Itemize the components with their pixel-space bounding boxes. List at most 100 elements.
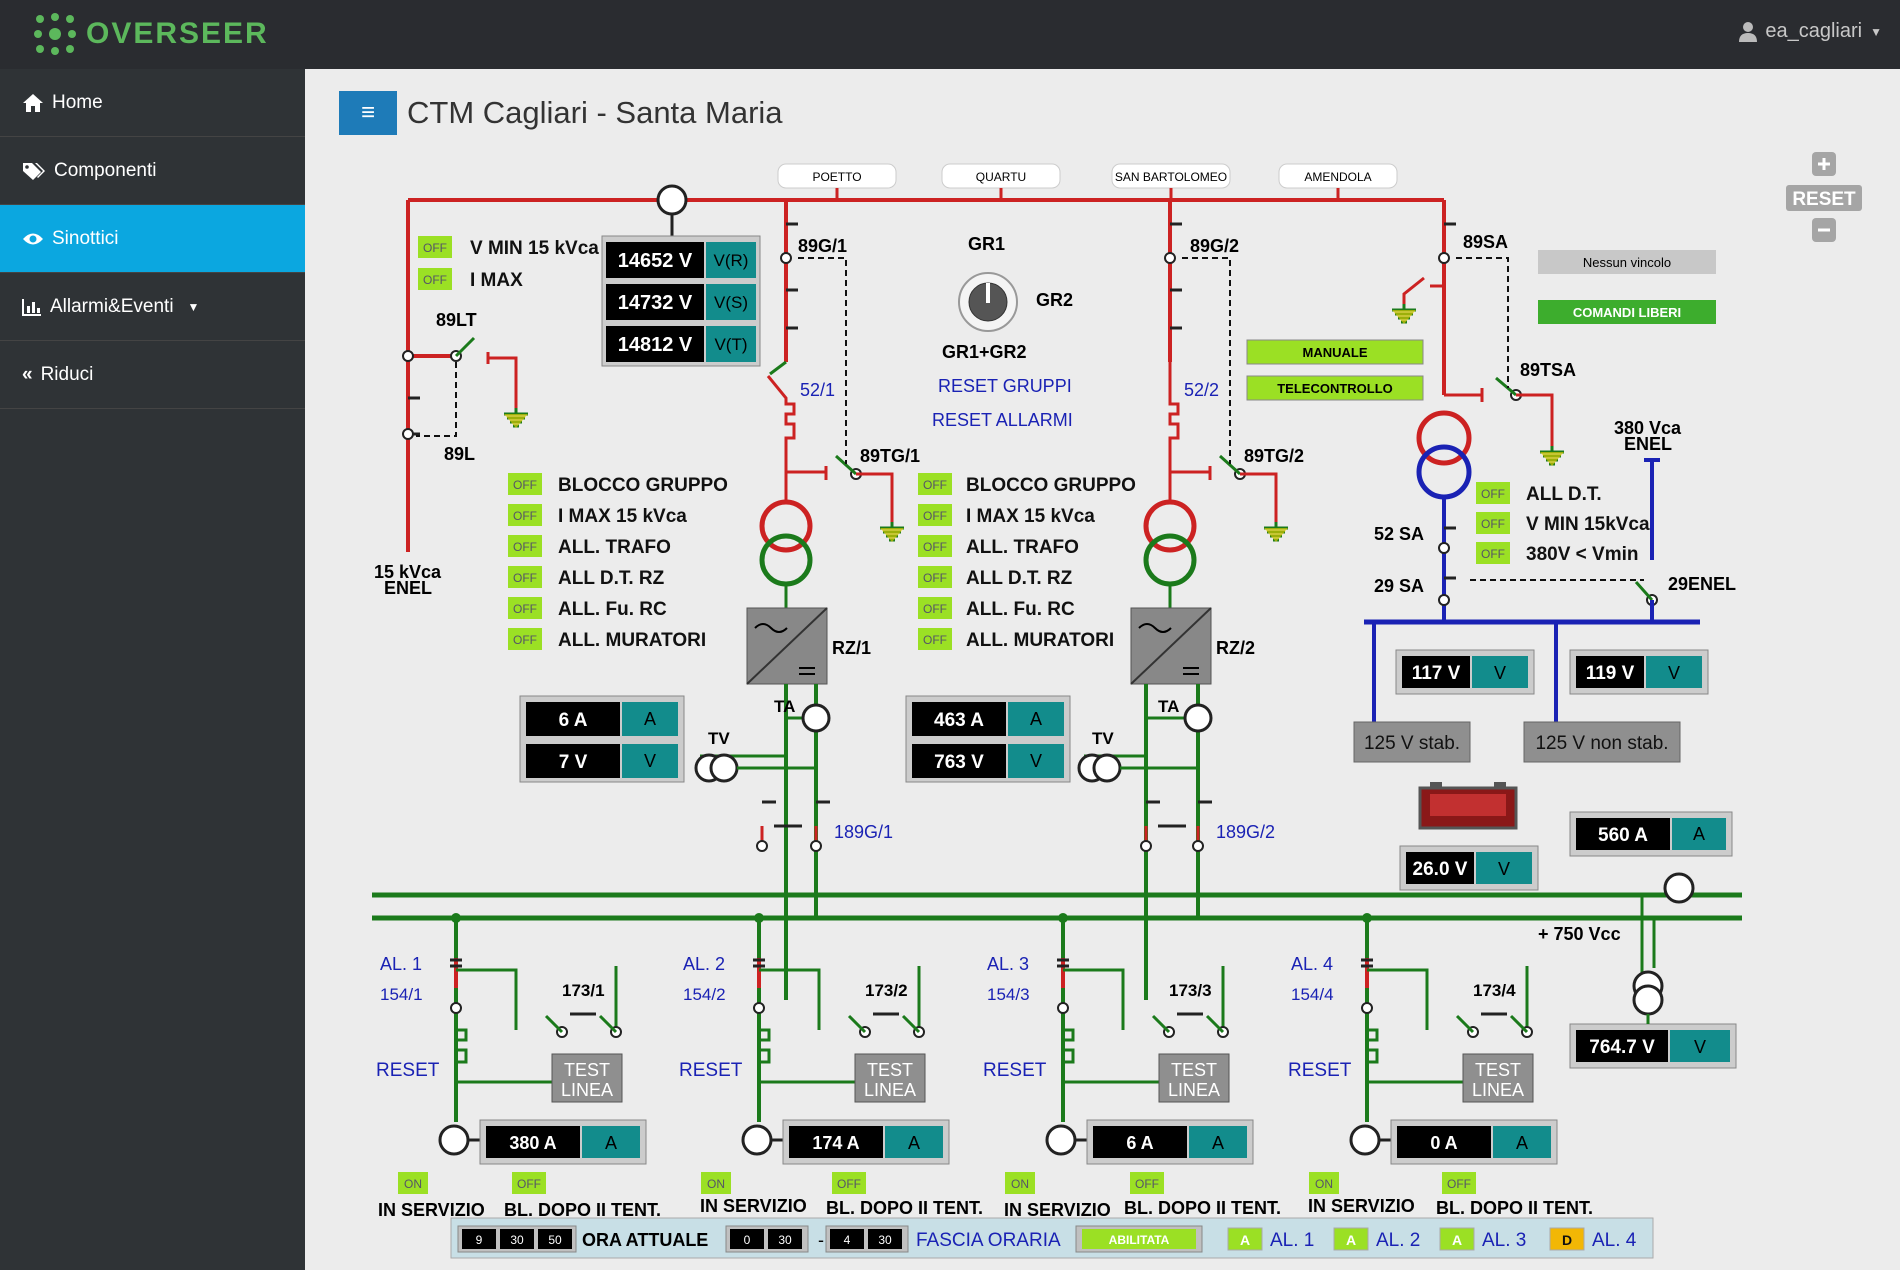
sidebar-item-label: Riduci bbox=[40, 363, 94, 385]
sidebar-item-label: Componenti bbox=[54, 159, 157, 181]
line-1-bl: BL. DOPO II TENT. bbox=[504, 1200, 661, 1220]
svg-text:OFF: OFF bbox=[923, 509, 947, 523]
meter-119v: 119 V V bbox=[1569, 649, 1709, 695]
line-3-disc: 173/3 bbox=[1169, 981, 1212, 1000]
svg-text:V MIN 15kVca: V MIN 15kVca bbox=[1526, 514, 1650, 535]
svg-text:V: V bbox=[1494, 663, 1506, 683]
label-gr1: GR1 bbox=[968, 234, 1005, 254]
manuale-button[interactable]: MANUALE bbox=[1246, 339, 1424, 365]
label-tv-1: TV bbox=[708, 729, 730, 748]
zoom-reset-button[interactable]: RESET bbox=[1786, 185, 1862, 211]
line-3-reset-button[interactable]: RESET bbox=[983, 1060, 1047, 1081]
sidebar-item-componenti[interactable]: Componenti bbox=[0, 137, 305, 205]
label-ta-1: TA bbox=[774, 697, 795, 716]
svg-text:ALL D.T. RZ: ALL D.T. RZ bbox=[558, 568, 665, 589]
label-189g2: 189G/2 bbox=[1216, 822, 1275, 842]
svg-text:A: A bbox=[1240, 1232, 1250, 1248]
svg-text:560 A: 560 A bbox=[1598, 825, 1648, 846]
abilitata-button[interactable]: ABILITATA bbox=[1075, 1225, 1203, 1253]
fascia-to-m: 30 bbox=[878, 1233, 892, 1247]
svg-text:764.7 V: 764.7 V bbox=[1589, 1037, 1655, 1058]
telecontrollo-button[interactable]: TELECONTROLLO bbox=[1246, 375, 1424, 401]
hamburger-menu-button[interactable]: ≡ bbox=[339, 91, 397, 135]
line-1-reset-button[interactable]: RESET bbox=[376, 1060, 440, 1081]
line-2-test-linea-button[interactable]: TEST LINEA bbox=[854, 1053, 926, 1103]
svg-text:OFF: OFF bbox=[923, 602, 947, 616]
sidebar-item-label: Allarmi&Eventi bbox=[50, 295, 174, 317]
line-3-al: AL. 3 bbox=[987, 954, 1029, 974]
fascia-from-h: 0 bbox=[744, 1233, 751, 1247]
group-2-alarms: OFF BLOCCO GRUPPO OFF I MAX 15 kVca OFF … bbox=[918, 473, 1136, 651]
line-3-in-servizio: IN SERVIZIO bbox=[1004, 1200, 1111, 1220]
meter-unit: V(T) bbox=[714, 335, 747, 354]
svg-text:I MAX 15 kVca: I MAX 15 kVca bbox=[966, 506, 1095, 527]
svg-text:380 A: 380 A bbox=[509, 1133, 556, 1153]
svg-text:MANUALE: MANUALE bbox=[1303, 345, 1368, 360]
svg-text:119 V: 119 V bbox=[1586, 663, 1635, 684]
line-4-on-badge: ON bbox=[1309, 1172, 1339, 1194]
caret-down-icon: ▼ bbox=[187, 299, 200, 314]
app-name: OVERSEER bbox=[86, 17, 269, 50]
user-menu[interactable]: ea_cagliari ▼ bbox=[1739, 20, 1882, 43]
svg-text:A: A bbox=[644, 709, 656, 729]
zoom-in-button[interactable] bbox=[1812, 152, 1836, 176]
svg-text:BLOCCO GRUPPO: BLOCCO GRUPPO bbox=[558, 475, 728, 496]
svg-text:TELECONTROLLO: TELECONTROLLO bbox=[1277, 381, 1393, 396]
label-52sa: 52 SA bbox=[1374, 524, 1424, 544]
svg-text:ALL. TRAFO: ALL. TRAFO bbox=[966, 537, 1079, 558]
svg-text:ALL D.T.: ALL D.T. bbox=[1526, 484, 1602, 505]
reset-allarmi-button[interactable]: RESET ALLARMI bbox=[932, 410, 1073, 430]
overseer-logo[interactable]: OVERSEER bbox=[32, 10, 269, 58]
svg-text:AL. 4: AL. 4 bbox=[1592, 1230, 1637, 1251]
line-2-on-badge: ON bbox=[701, 1172, 731, 1194]
line-2-reset-button[interactable]: RESET bbox=[679, 1060, 743, 1081]
al2-badge: A AL. 2 bbox=[1333, 1227, 1420, 1251]
bar-chart-icon bbox=[22, 298, 41, 316]
sidebar-item-sinottici[interactable]: Sinottici bbox=[0, 205, 305, 273]
sidebar-item-home[interactable]: Home bbox=[0, 69, 305, 137]
svg-text:174 A: 174 A bbox=[812, 1133, 859, 1153]
line-2-al: AL. 2 bbox=[683, 954, 725, 974]
group-selector-knob[interactable] bbox=[958, 272, 1018, 332]
user-icon bbox=[1739, 21, 1758, 42]
label-ta-2: TA bbox=[1158, 697, 1179, 716]
line-4 bbox=[1349, 913, 1533, 1156]
line-4-reset-button[interactable]: RESET bbox=[1288, 1060, 1352, 1081]
label-52-1: 52/1 bbox=[800, 380, 835, 400]
label-89g1: 89G/1 bbox=[798, 236, 847, 256]
label-29sa: 29 SA bbox=[1374, 576, 1424, 596]
group-2-meters: 463 A A 763 V V bbox=[905, 695, 1071, 783]
line-1-off-badge: OFF bbox=[512, 1172, 546, 1194]
hamburger-icon: ≡ bbox=[360, 99, 375, 126]
label-89tg2: 89TG/2 bbox=[1244, 446, 1304, 466]
svg-text:AL. 1: AL. 1 bbox=[1270, 1230, 1314, 1251]
zoom-out-button[interactable] bbox=[1812, 218, 1836, 242]
line-1-test-linea-button[interactable]: TEST LINEA bbox=[551, 1053, 623, 1103]
line-2-current-meter: 174 A A bbox=[782, 1119, 950, 1165]
label-380-enel: ENEL bbox=[1624, 434, 1672, 454]
main-content: ≡ CTM Cagliari - Santa Maria RESET POETT… bbox=[305, 69, 1900, 1270]
line-2-bl: BL. DOPO II TENT. bbox=[826, 1198, 983, 1218]
svg-text:V: V bbox=[644, 751, 656, 771]
nonstab-125v-box: 125 V non stab. bbox=[1523, 721, 1681, 763]
line-4-test-linea-button[interactable]: TEST LINEA bbox=[1462, 1053, 1534, 1103]
svg-text:OFF: OFF bbox=[423, 273, 447, 287]
nessun-vincolo-status: Nessun vincolo bbox=[1538, 250, 1716, 274]
sidebar-item-label: Sinottici bbox=[52, 227, 119, 249]
sidebar-item-allarmi-eventi[interactable]: Allarmi&Eventi ▼ bbox=[0, 273, 305, 341]
label-tv-2: TV bbox=[1092, 729, 1114, 748]
label-189g1: 189G/1 bbox=[834, 822, 893, 842]
feeder-poetto: POETTO bbox=[812, 170, 861, 184]
svg-text:OFF: OFF bbox=[1447, 1177, 1471, 1191]
line-4-bl: BL. DOPO II TENT. bbox=[1436, 1198, 1593, 1218]
svg-text:LINEA: LINEA bbox=[1168, 1080, 1220, 1100]
svg-text:A: A bbox=[1030, 709, 1042, 729]
sidebar-item-riduci[interactable]: « Riduci bbox=[0, 341, 305, 409]
svg-text:ALL. Fu. RC: ALL. Fu. RC bbox=[966, 599, 1075, 620]
line-3-test-linea-button[interactable]: TEST LINEA bbox=[1158, 1053, 1230, 1103]
svg-text:ALL. Fu. RC: ALL. Fu. RC bbox=[558, 599, 667, 620]
line-3 bbox=[1045, 913, 1229, 1156]
svg-text:OFF: OFF bbox=[513, 478, 537, 492]
reset-gruppi-button[interactable]: RESET GRUPPI bbox=[938, 376, 1072, 396]
line-4-current-meter: 0 A A bbox=[1390, 1119, 1558, 1165]
